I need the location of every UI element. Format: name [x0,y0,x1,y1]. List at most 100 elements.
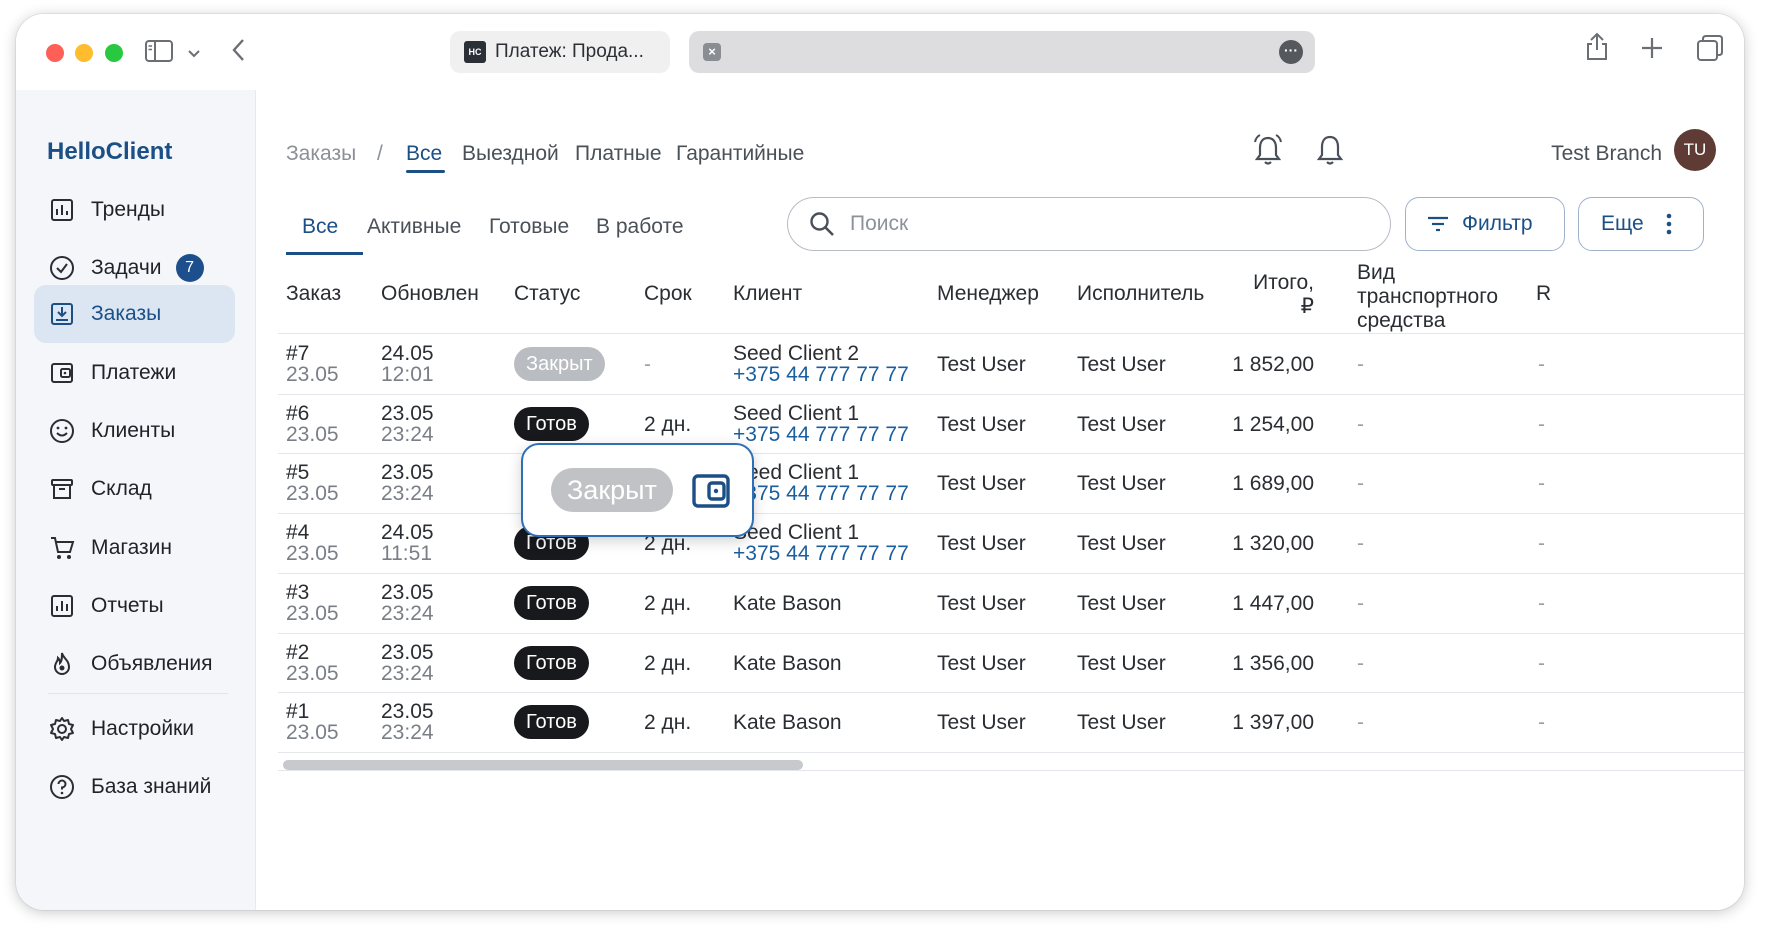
search-input[interactable]: Поиск [787,197,1391,251]
status-tab-ready[interactable]: Готовые [489,215,569,239]
sidebar-item-settings[interactable]: Настройки [34,700,235,758]
sidebar-item-label: Платежи [91,361,177,384]
term-value: - [644,353,651,376]
branch-name[interactable]: Test Branch [1551,142,1662,166]
status-tab-active[interactable]: Активные [367,215,461,239]
breadcrumb-separator: / [377,142,383,165]
sidebar-item-knowledge-base[interactable]: База знаний [34,758,235,816]
extra-column-value: - [1538,711,1545,735]
share-icon[interactable] [1584,30,1610,67]
filter-label: Фильтр [1462,212,1533,235]
smile-icon [48,417,76,445]
column-header-updated[interactable]: Обновлен [381,282,479,306]
term-value: 2 дн. [644,651,692,675]
vehicle-type: - [1357,472,1364,496]
client-name[interactable]: Kate Bason [733,711,842,735]
column-header-term[interactable]: Срок [644,282,692,306]
status-badge[interactable]: Готов [514,585,589,620]
status-badge[interactable]: Закрыт [514,347,605,381]
column-header-total-unit: ₽ [1300,295,1314,318]
sidebar-item-label: База знаний [91,775,212,798]
total-amount: 1 852,00 [1232,353,1314,376]
updated-time: 23:24 [381,482,434,506]
chevron-down-icon[interactable] [187,42,201,66]
sidebar-item-payments[interactable]: Платежи [34,344,235,402]
horizontal-scrollbar[interactable] [283,760,803,770]
type-tab-all[interactable]: Все [406,142,442,166]
sidebar-item-reports[interactable]: Отчеты [34,577,235,635]
status-popup[interactable]: Закрыт [521,443,754,537]
vehicle-type: - [1357,651,1364,675]
sidebar-item-clients[interactable]: Клиенты [34,402,235,460]
executor-name: Test User [1077,651,1166,675]
vehicle-type: - [1357,532,1364,556]
status-tab-in-progress[interactable]: В работе [596,215,684,239]
alarm-bell-icon[interactable] [1250,132,1286,168]
back-icon[interactable] [230,37,248,68]
sidebar-item-label: Настройки [91,717,194,740]
column-header-client[interactable]: Клиент [733,282,802,306]
type-tab-warranty[interactable]: Гарантийные [676,142,804,166]
client-phone-link[interactable]: +375 44 777 77 77 [733,363,909,387]
column-header-status[interactable]: Статус [514,282,580,306]
column-header-extra[interactable]: R [1536,282,1551,306]
main-content: Заказы / Все Выездной Платные Гарантийны… [256,90,1744,910]
scroll-track [278,770,1744,771]
close-tab-icon[interactable]: × [703,43,721,61]
minimize-window-button[interactable] [75,44,93,62]
browser-toolbar: HC Платеж: Прода... × ··· [16,14,1744,90]
executor-name: Test User [1077,532,1166,556]
brand-logo[interactable]: HelloClient [47,138,172,166]
more-label: Еще [1601,212,1644,235]
wallet-icon[interactable] [691,471,731,511]
breadcrumb-root[interactable]: Заказы [286,142,356,166]
term-value: 2 дн. [644,591,692,615]
more-button[interactable]: Еще [1578,197,1704,251]
sidebar-item-orders[interactable]: Заказы [34,285,235,343]
column-header-order[interactable]: Заказ [286,282,341,306]
order-created-date: 23.05 [286,363,339,386]
column-header-manager[interactable]: Менеджер [937,282,1039,306]
status-badge[interactable]: Готов [514,406,589,441]
client-phone-link[interactable]: +375 44 777 77 77 [733,482,909,506]
manager-name: Test User [937,711,1026,735]
sidebar-toggle-icon[interactable] [144,38,174,69]
executor-name: Test User [1077,472,1166,496]
status-badge[interactable]: Готов [514,705,589,740]
tab-overview-icon[interactable] [1696,34,1724,67]
sidebar-item-trends[interactable]: Тренды [34,181,235,239]
status-badge[interactable]: Закрыт [551,468,673,512]
updated-time: 23:24 [381,422,434,446]
avatar[interactable]: TU [1674,129,1716,171]
sidebar-item-shop[interactable]: Магазин [34,519,235,577]
more-icon[interactable]: ··· [1279,40,1303,64]
client-phone-link[interactable]: +375 44 777 77 77 [733,542,909,566]
new-tab-icon[interactable] [1640,36,1664,65]
column-header-executor[interactable]: Исполнитель [1077,282,1204,306]
browser-tab-second[interactable]: × ··· [689,31,1315,73]
filter-button[interactable]: Фильтр [1405,197,1565,251]
close-window-button[interactable] [46,44,64,62]
client-name[interactable]: Kate Bason [733,652,842,676]
status-tab-all[interactable]: Все [302,215,338,239]
vehicle-type: - [1357,591,1364,615]
column-header-total[interactable]: Итого, ₽ [1236,271,1314,319]
browser-tab-active[interactable]: HC Платеж: Прода... [450,31,670,73]
client-name[interactable]: Kate Bason [733,592,842,616]
manager-name: Test User [937,532,1026,556]
type-tab-indicator [406,170,445,173]
status-badge[interactable]: Готов [514,645,589,680]
bell-icon[interactable] [1312,132,1348,168]
executor-name: Test User [1077,412,1166,436]
sidebar-item-warehouse[interactable]: Склад [34,460,235,518]
client-phone-link[interactable]: +375 44 777 77 77 [733,423,909,447]
type-tab-field[interactable]: Выездной [462,142,559,166]
column-header-vehicle[interactable]: Вид транспортного средства [1357,261,1498,333]
sidebar-item-announcements[interactable]: Объявления [34,635,235,693]
download-box-icon [48,300,76,328]
maximize-window-button[interactable] [105,44,123,62]
total-amount: 1 447,00 [1232,591,1314,615]
type-tab-paid[interactable]: Платные [575,142,662,166]
total-amount: 1 689,00 [1232,472,1314,496]
sidebar-divider [48,693,228,694]
